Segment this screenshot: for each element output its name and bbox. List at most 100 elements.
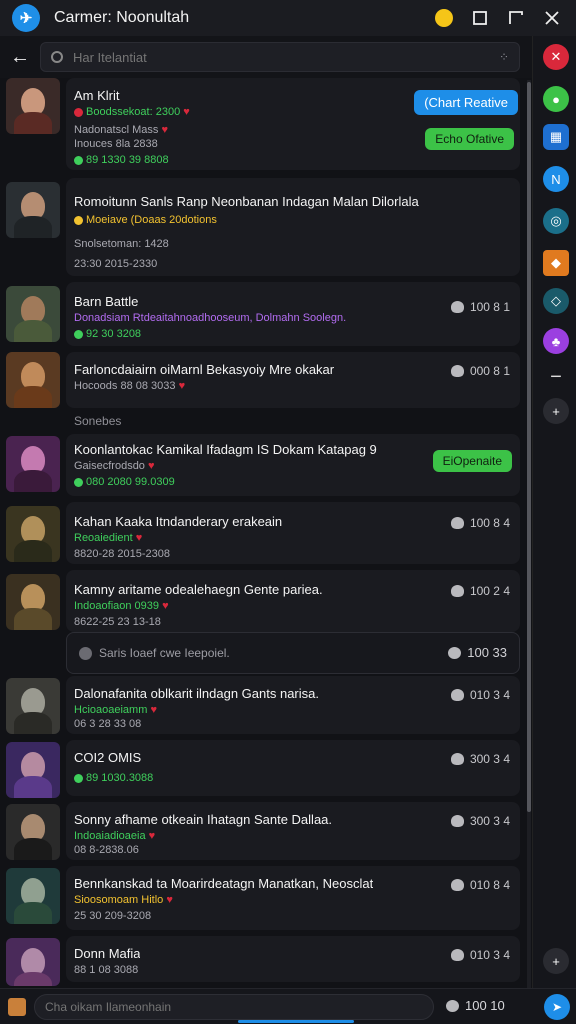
contact-line-2: 8820-28 2015-2308 bbox=[74, 548, 171, 560]
like-count: 300 3 4 bbox=[450, 814, 510, 828]
heart-icon bbox=[450, 301, 464, 313]
contact-line-2: 06 3 28 33 08 bbox=[74, 718, 142, 730]
list-item[interactable]: Kahan Kaaka Itndanderary erakeain Reoaie… bbox=[0, 502, 524, 568]
contact-line-1: Sioosomoam Hitlo ♥ bbox=[74, 894, 173, 906]
avatar bbox=[6, 574, 60, 630]
list-item[interactable]: COI2 OMIS 89 1030.3088 300 3 4 bbox=[0, 740, 524, 800]
rail-green-app-icon[interactable]: ● bbox=[543, 86, 569, 112]
rail-profile-icon[interactable]: N bbox=[543, 166, 569, 192]
avatar bbox=[6, 78, 60, 134]
list-item[interactable]: Barn Battle Donadsiam Rtdeaitahnoadhoose… bbox=[0, 282, 524, 350]
contact-name: Kahan Kaaka Itndanderary erakeain bbox=[74, 514, 283, 529]
contact-name: Kamny aritame odealehaegn Gente pariea. bbox=[74, 582, 323, 597]
heart-icon bbox=[448, 646, 462, 659]
contact-line-1: 88 1 08 3088 bbox=[74, 964, 139, 976]
search-options-icon[interactable]: ⁘ bbox=[499, 50, 509, 64]
rail-add-bottom-icon[interactable]: + bbox=[543, 948, 569, 974]
heart-icon bbox=[450, 753, 464, 765]
maximize-icon[interactable] bbox=[462, 0, 498, 36]
search-input[interactable] bbox=[73, 49, 499, 65]
back-arrow-icon[interactable]: ← bbox=[0, 46, 40, 69]
list-item[interactable]: Farloncdaiairn oiMarnl Bekasyoiy Mre oka… bbox=[0, 352, 524, 412]
notice-banner[interactable]: Saris Ioaef cwe Ieepoiel. 100 33 bbox=[66, 632, 520, 674]
avatar bbox=[6, 352, 60, 408]
contact-name: COI2 OMIS bbox=[74, 750, 142, 765]
echo-ofative-button[interactable]: Echo Ofative bbox=[425, 128, 514, 150]
heart-icon bbox=[446, 999, 459, 1012]
contact-line-2: 8622-25 23 13-18 bbox=[74, 616, 161, 628]
contact-line-1: Hcioaoaeiamm ♥ bbox=[74, 704, 157, 716]
open-status-button[interactable]: EiOpenaite bbox=[432, 450, 512, 472]
contact-line-2: 25 30 209-3208 bbox=[74, 910, 152, 922]
contact-line-2: Nadonatscl Mass ♥ bbox=[74, 124, 168, 136]
contact-name: Donn Mafia bbox=[74, 946, 141, 961]
rail-diamond-icon[interactable]: ◇ bbox=[543, 288, 569, 314]
app-logo-icon: ✈ bbox=[12, 4, 40, 32]
contact-name: Sonny afhame otkeain Ihatagn Sante Dalla… bbox=[74, 812, 333, 827]
section-label: Sonebes bbox=[74, 414, 122, 428]
like-count: 100 8 1 bbox=[450, 300, 510, 314]
avatar bbox=[6, 868, 60, 924]
search-icon bbox=[51, 51, 63, 63]
avatar bbox=[6, 804, 60, 860]
list-item[interactable]: Dalonafanita oblkarit ilndagn Gants nari… bbox=[0, 676, 524, 738]
contact-line-4: 89 1330 39 8808 bbox=[74, 154, 169, 166]
search-row: ← ⁘ bbox=[0, 36, 532, 78]
contact-line-1: Reoaiedient ♥ bbox=[74, 532, 143, 544]
contact-line-1: Donadsiam Rtdeaitahnoadhooseum, Dolmahn … bbox=[74, 312, 347, 324]
avatar bbox=[6, 506, 60, 562]
list-item-card bbox=[66, 740, 520, 796]
avatar bbox=[6, 286, 60, 342]
rail-club-icon[interactable]: ♣ bbox=[543, 328, 569, 354]
heart-icon bbox=[450, 689, 464, 701]
like-count: 100 2 4 bbox=[450, 584, 510, 598]
heart-icon bbox=[450, 879, 464, 891]
rail-ticket-icon[interactable]: ◆ bbox=[543, 250, 569, 276]
contact-name: Romoitunn Sanls Ranp Neonbanan Indagan M… bbox=[74, 194, 419, 209]
list-item[interactable]: Bennkanskad ta Moarirdeatagn Manatkan, N… bbox=[0, 866, 524, 934]
contact-line-1: Moeiave (Doaas 20dotions bbox=[74, 214, 217, 226]
info-icon bbox=[79, 647, 92, 660]
window-title: Carmer: Noonultah bbox=[54, 9, 190, 26]
attachment-icon[interactable] bbox=[8, 998, 26, 1016]
contact-line-3: 23:30 2015-2330 bbox=[74, 258, 158, 270]
contact-line-2: 08 8-2838.06 bbox=[74, 844, 139, 856]
chart-reative-button[interactable]: (Chart Reative bbox=[414, 90, 518, 115]
avatar bbox=[6, 678, 60, 734]
message-composer: 100 10 ➤ bbox=[0, 988, 576, 1024]
list-item[interactable]: Kamny aritame odealehaegn Gente pariea. … bbox=[0, 570, 524, 636]
list-item[interactable]: Koonlantokac Kamikal Ifadagm IS Dokam Ka… bbox=[0, 434, 524, 500]
window-controls bbox=[426, 0, 570, 36]
notice-like-count: 100 33 bbox=[448, 645, 507, 660]
progress-bar bbox=[238, 1020, 354, 1023]
search-box[interactable]: ⁘ bbox=[40, 42, 520, 72]
contact-name: Bennkanskad ta Moarirdeatagn Manatkan, N… bbox=[74, 876, 374, 891]
rail-add-icon[interactable]: + bbox=[543, 398, 569, 424]
rail-game-icon[interactable]: ◎ bbox=[543, 208, 569, 234]
list-item[interactable]: Romoitunn Sanls Ranp Neonbanan Indagan M… bbox=[0, 178, 524, 280]
like-count: 010 8 4 bbox=[450, 878, 510, 892]
close-icon[interactable] bbox=[534, 0, 570, 36]
contact-name: Farloncdaiairn oiMarnl Bekasyoiy Mre oka… bbox=[74, 362, 335, 377]
contact-name: Barn Battle bbox=[74, 294, 139, 309]
message-input[interactable] bbox=[45, 1000, 423, 1014]
notice-text: Saris Ioaef cwe Ieepoiel. bbox=[99, 646, 230, 660]
list-item[interactable]: Am Klrit Boodssekoat: 2300 ♥ Nadonatscl … bbox=[0, 78, 524, 174]
contact-line-3: Inouces 8la 2838 bbox=[74, 138, 158, 150]
rail-minus-icon[interactable]: − bbox=[543, 364, 569, 390]
avatar bbox=[6, 938, 60, 986]
scrollbar-thumb[interactable] bbox=[527, 82, 531, 812]
like-count: 300 3 4 bbox=[450, 752, 510, 766]
message-box[interactable] bbox=[34, 994, 434, 1020]
avatar bbox=[6, 436, 60, 492]
rail-calendar-icon[interactable]: ▦ bbox=[543, 124, 569, 150]
heart-icon bbox=[450, 365, 464, 377]
emoji-icon[interactable] bbox=[426, 0, 462, 36]
list-item[interactable]: Sonny afhame otkeain Ihatagn Sante Dalla… bbox=[0, 802, 524, 864]
restore-icon[interactable] bbox=[498, 0, 534, 36]
rail-red-app-icon[interactable]: ✕ bbox=[543, 44, 569, 70]
send-icon[interactable]: ➤ bbox=[544, 994, 570, 1020]
list-item[interactable]: Donn Mafia 88 1 08 3088 010 3 4 bbox=[0, 936, 524, 986]
contact-name: Am Klrit bbox=[74, 88, 120, 103]
composer-like-count: 100 10 bbox=[446, 998, 505, 1013]
